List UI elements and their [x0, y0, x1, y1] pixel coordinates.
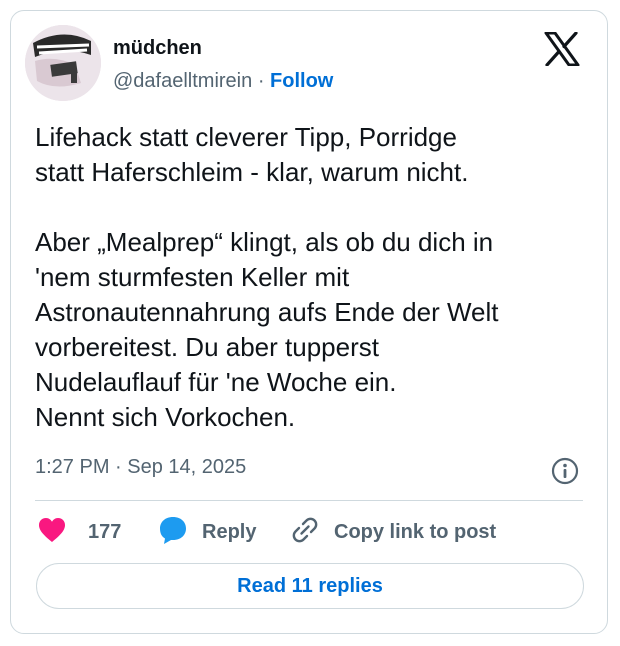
info-icon[interactable] — [550, 456, 580, 486]
user-handle[interactable]: @dafaelltmirein — [113, 70, 252, 92]
timestamp[interactable]: 1:27 PM · Sep 14, 2025 — [35, 456, 246, 479]
x-logo-icon[interactable] — [544, 31, 580, 67]
link-icon — [290, 515, 320, 550]
reply-label: Reply — [202, 520, 257, 543]
copy-link-label: Copy link to post — [334, 520, 497, 543]
follow-button[interactable]: Follow — [270, 70, 333, 92]
heart-icon — [38, 517, 66, 548]
reply-button[interactable]: Reply — [158, 515, 256, 549]
handle-row: @dafaelltmirein · Follow — [113, 70, 333, 93]
like-count: 177 — [88, 520, 122, 543]
copy-link-button[interactable]: Copy link to post — [290, 515, 496, 549]
like-button[interactable]: 177 — [38, 515, 121, 549]
tweet-paragraph: Lifehack statt cleverer Tipp, Porridge s… — [35, 122, 469, 187]
speech-bubble-icon — [158, 515, 188, 550]
display-name[interactable]: müdchen — [113, 37, 202, 60]
handle-separator: · — [257, 70, 265, 92]
read-replies-button[interactable]: Read 11 replies — [36, 563, 584, 609]
avatar[interactable] — [25, 25, 101, 101]
divider — [35, 500, 583, 501]
tweet-text: Lifehack statt cleverer Tipp, Porridge s… — [35, 120, 585, 435]
tweet-paragraph: Aber „Mealprep“ klingt, als ob du dich i… — [35, 227, 499, 432]
